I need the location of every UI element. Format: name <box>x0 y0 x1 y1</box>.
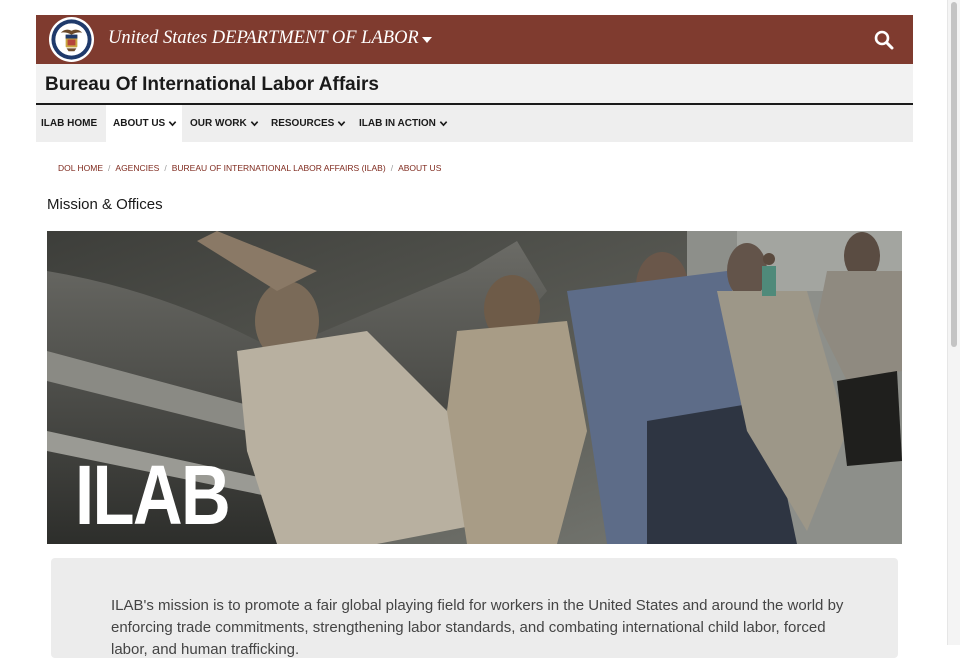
nav-item-label: ILAB HOME <box>41 118 98 129</box>
dol-seal-icon[interactable] <box>48 16 95 63</box>
nav-item-label: ABOUT US <box>113 118 166 129</box>
nav-item-our-work[interactable]: OUR WORK <box>190 105 259 142</box>
breadcrumb-dol-home[interactable]: DOL HOME <box>58 163 103 173</box>
search-icon[interactable] <box>873 29 895 51</box>
chevron-down-icon <box>338 121 346 127</box>
breadcrumb-separator: / <box>390 163 394 173</box>
page-title: Mission & Offices <box>47 196 163 213</box>
hero-image: ILAB <box>47 231 902 544</box>
chevron-down-icon <box>250 121 258 127</box>
nav-item-about-us[interactable]: ABOUT US <box>106 105 183 142</box>
chevron-down-icon <box>168 121 177 127</box>
breadcrumb: DOL HOME / AGENCIES / BUREAU OF INTERNAT… <box>58 162 441 174</box>
dol-header: United States DEPARTMENT OF LABOR <box>36 15 913 64</box>
mission-statement-text: ILAB's mission is to promote a fair glob… <box>111 597 844 658</box>
scrollbar-thumb[interactable] <box>951 2 957 347</box>
bureau-bar: Bureau Of International Labor Affairs <box>36 64 913 105</box>
nav-item-resources[interactable]: RESOURCES <box>271 105 346 142</box>
breadcrumb-agencies[interactable]: AGENCIES <box>115 163 159 173</box>
breadcrumb-about-us[interactable]: ABOUT US <box>398 163 441 173</box>
hero-overlay-text: ILAB <box>75 448 231 542</box>
breadcrumb-ilab[interactable]: BUREAU OF INTERNATIONAL LABOR AFFAIRS (I… <box>172 163 386 173</box>
chevron-down-icon <box>439 121 448 127</box>
nav-item-label: ILAB IN ACTION <box>359 118 436 129</box>
page-scrollbar[interactable] <box>947 0 960 645</box>
dept-menu-caret-icon[interactable] <box>422 37 432 43</box>
breadcrumb-separator: / <box>164 163 167 173</box>
nav-item-ilab-home[interactable]: ILAB HOME <box>41 105 97 142</box>
breadcrumb-separator: / <box>108 163 111 173</box>
mission-statement-box: ILAB's mission is to promote a fair glob… <box>51 558 898 658</box>
main-nav: ILAB HOME ABOUT US OUR WORK RESOURCES IL… <box>36 105 913 142</box>
bureau-title[interactable]: Bureau Of International Labor Affairs <box>45 74 379 96</box>
nav-item-label: OUR WORK <box>190 118 247 129</box>
nav-item-label: RESOURCES <box>271 118 335 129</box>
dept-title-link[interactable]: United States DEPARTMENT OF LABOR <box>108 28 419 49</box>
nav-item-ilab-in-action[interactable]: ILAB IN ACTION <box>359 105 448 142</box>
